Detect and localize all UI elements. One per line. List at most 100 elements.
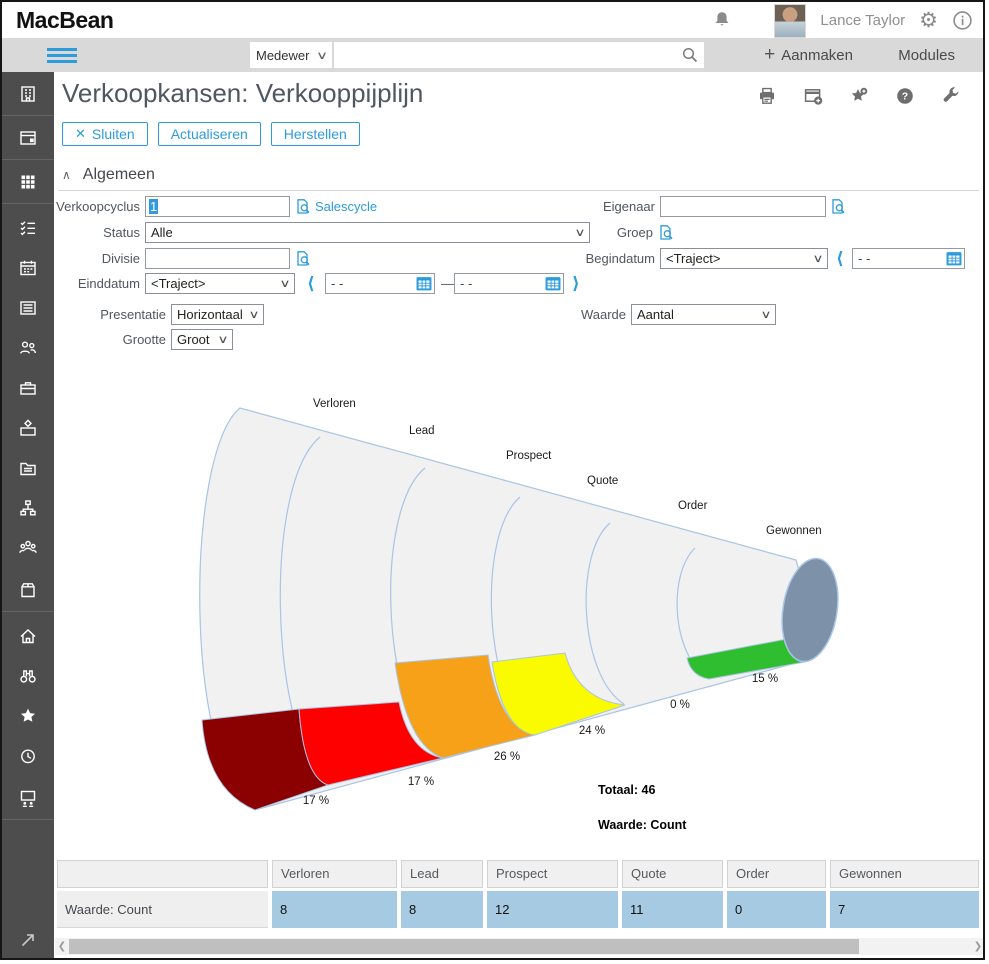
actualiseren-button[interactable]: Actualiseren — [158, 122, 261, 146]
herstellen-button[interactable]: Herstellen — [271, 122, 360, 146]
help-icon[interactable]: ? — [895, 86, 915, 106]
divisie-input[interactable] — [145, 248, 290, 269]
salescycle-link[interactable]: Salescycle — [315, 196, 377, 218]
sidebar-expand-button[interactable] — [2, 918, 54, 960]
dashboard-icon — [18, 128, 38, 148]
sidebar-item-checklist[interactable] — [2, 208, 54, 248]
percent-label: 15 % — [752, 673, 778, 685]
einddatum-select[interactable]: <Traject>∨ — [145, 273, 295, 294]
sidebar-item-products[interactable] — [2, 568, 54, 612]
sidebar-item-grid[interactable] — [2, 160, 54, 204]
horizontal-scrollbar[interactable]: ❮ ❯ — [55, 938, 983, 955]
sidebar-item-campaign[interactable] — [2, 408, 54, 448]
percent-label: 0 % — [670, 699, 690, 711]
begindatum-date-input[interactable]: - - — [852, 248, 965, 269]
sidebar-item-calendar[interactable] — [2, 248, 54, 288]
list-icon — [18, 298, 38, 318]
sidebar-item-history[interactable] — [2, 736, 54, 776]
sidebar-item-dashboard[interactable] — [2, 116, 54, 160]
table-data-row: Waarde: Count 8 8 12 11 0 7 — [57, 888, 983, 928]
scrollbar-thumb[interactable] — [69, 939, 859, 954]
value-cell-lead[interactable]: 8 — [401, 891, 483, 928]
add-window-icon[interactable] — [803, 86, 823, 106]
value-cell-prospect[interactable]: 12 — [487, 891, 618, 928]
status-select[interactable]: Alle∨ — [145, 222, 590, 243]
algemeen-section-header[interactable]: ∧ Algemeen — [62, 166, 155, 184]
topbar-right: Lance Taylor ⚙ — [712, 2, 973, 38]
value-cell-quote[interactable]: 11 — [622, 891, 723, 928]
scrollbar-track[interactable] — [69, 938, 971, 955]
sidebar-item-sales[interactable] — [2, 368, 54, 408]
expand-arrow-icon — [18, 930, 38, 950]
row-label-cell: Waarde: Count — [57, 891, 268, 928]
sidebar-item-presentation[interactable] — [2, 776, 54, 820]
presentatie-select[interactable]: Horizontaal∨ — [171, 304, 264, 325]
sidebar-item-people[interactable] — [2, 528, 54, 568]
sidebar-item-contacts[interactable] — [2, 328, 54, 368]
salescycle-lookup-icon[interactable] — [295, 198, 312, 215]
divisie-lookup-icon[interactable] — [295, 250, 312, 267]
sidebar-item-documents[interactable] — [2, 448, 54, 488]
info-icon[interactable] — [952, 10, 973, 31]
calendar-picker-icon[interactable] — [946, 251, 962, 266]
sidebar-item-list[interactable] — [2, 288, 54, 328]
sidebar-item-find[interactable] — [2, 656, 54, 696]
value-cell-verloren[interactable]: 8 — [272, 891, 397, 928]
scroll-right-arrow[interactable]: ❯ — [971, 941, 983, 952]
aanmaken-label: Aanmaken — [781, 47, 853, 64]
calendar-picker-icon[interactable] — [545, 276, 561, 291]
calendar-picker-icon[interactable] — [416, 276, 432, 291]
search-entity-select[interactable]: Medewer ∨ — [250, 42, 332, 68]
segment-label: Lead — [409, 425, 435, 437]
settings-gear-icon[interactable]: ⚙ — [919, 10, 938, 31]
command-buttons: ✕ Sluiten Actualiseren Herstellen — [62, 122, 360, 146]
grootte-select[interactable]: Groot∨ — [171, 329, 233, 350]
print-icon[interactable] — [757, 86, 777, 106]
search-input[interactable] — [334, 42, 681, 68]
waarde-select[interactable]: Aantal∨ — [631, 304, 776, 325]
user-name[interactable]: Lance Taylor — [820, 12, 905, 29]
user-avatar[interactable] — [774, 4, 806, 38]
product-box-icon — [18, 580, 38, 600]
percent-label: 17 % — [303, 795, 329, 807]
notifications-bell-icon[interactable] — [712, 10, 732, 30]
briefcase-icon — [18, 378, 38, 398]
page-title: Verkoopkansen: Verkooppijplijn — [62, 78, 423, 109]
sidebar-item-home[interactable] — [2, 616, 54, 656]
favourite-star-icon[interactable] — [849, 86, 869, 106]
hamburger-menu-icon[interactable] — [47, 45, 77, 66]
search-icon[interactable] — [681, 46, 699, 64]
divisie-label: Divisie — [54, 248, 140, 270]
verkoopcyclus-input[interactable]: 1 — [145, 196, 290, 217]
eigenaar-lookup-icon[interactable] — [830, 198, 847, 215]
scroll-left-arrow[interactable]: ❮ — [55, 941, 69, 952]
sidebar-item-company[interactable] — [2, 72, 54, 116]
sidebar-item-organisation[interactable] — [2, 488, 54, 528]
modules-label: Modules — [898, 47, 955, 64]
folder-document-icon — [18, 458, 38, 478]
funnel-total-label: Totaal: 46 — [598, 783, 655, 797]
collapse-chevron-icon: ∧ — [62, 168, 71, 182]
einddatum-date1-input[interactable]: - - — [325, 273, 435, 294]
sidebar-item-favourites[interactable] — [2, 696, 54, 736]
contacts-icon — [18, 338, 38, 358]
sluiten-button[interactable]: ✕ Sluiten — [62, 122, 148, 146]
wrench-icon[interactable] — [941, 86, 961, 106]
eigenaar-input[interactable] — [660, 196, 826, 217]
einddatum-prev-chevron[interactable]: ⟨ — [307, 273, 315, 295]
presentation-audience-icon — [18, 788, 38, 808]
groep-lookup-icon[interactable] — [658, 224, 675, 241]
value-cell-gewonnen[interactable]: 7 — [830, 891, 979, 928]
begindatum-select[interactable]: <Traject>∨ — [660, 248, 828, 269]
value-cell-order[interactable]: 0 — [727, 891, 826, 928]
presentatie-value: Horizontaal — [177, 307, 243, 322]
aanmaken-button[interactable]: + Aanmaken — [764, 44, 853, 66]
verkoopcyclus-label: Verkoopcyclus — [54, 196, 140, 218]
segment-label: Gewonnen — [766, 525, 822, 537]
header-cell-verloren: Verloren — [272, 860, 397, 888]
begindatum-prev-chevron[interactable]: ⟨ — [836, 248, 844, 270]
header-cell-lead: Lead — [401, 860, 483, 888]
modules-button[interactable]: Modules — [898, 47, 955, 64]
einddatum-next-chevron[interactable]: ⟩ — [572, 273, 580, 295]
einddatum-date2-input[interactable]: - - — [454, 273, 564, 294]
